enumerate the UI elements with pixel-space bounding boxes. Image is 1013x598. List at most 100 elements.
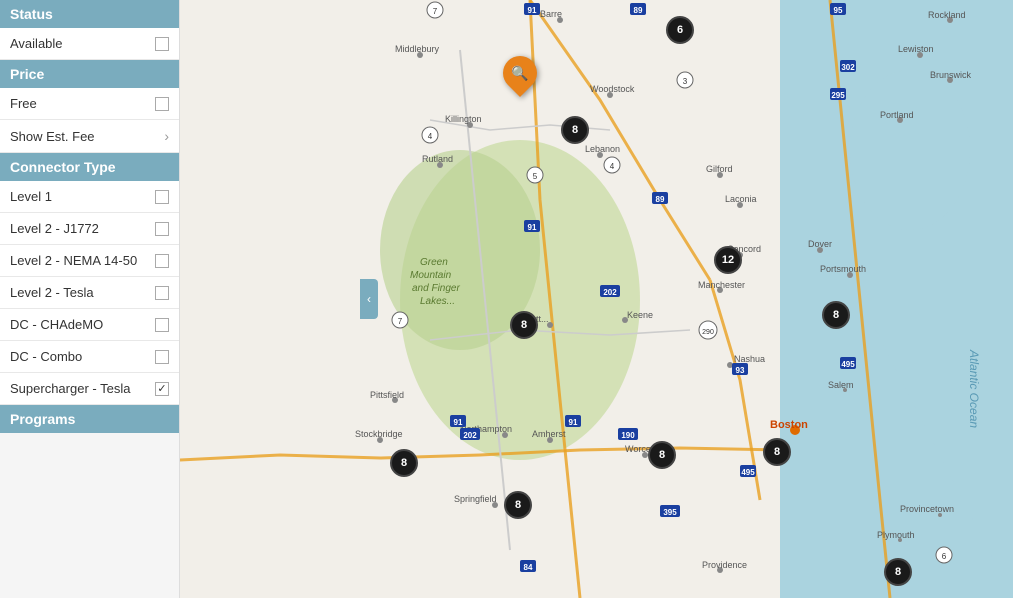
svg-text:295: 295 bbox=[831, 91, 845, 100]
svg-text:and Finger: and Finger bbox=[412, 283, 460, 294]
svg-text:Woodstock: Woodstock bbox=[590, 84, 635, 94]
svg-text:190: 190 bbox=[621, 431, 635, 440]
available-filter[interactable]: Available bbox=[0, 28, 179, 60]
svg-text:91: 91 bbox=[528, 223, 537, 232]
svg-text:202: 202 bbox=[603, 288, 617, 297]
sidebar-toggle-button[interactable]: ‹ bbox=[360, 279, 378, 319]
level2-tesla-checkbox[interactable] bbox=[155, 286, 169, 300]
cluster-marker[interactable]: 8 bbox=[822, 301, 850, 329]
svg-text:290: 290 bbox=[702, 329, 714, 336]
dc-chademo-checkbox[interactable] bbox=[155, 318, 169, 332]
level1-checkbox[interactable] bbox=[155, 190, 169, 204]
svg-text:Pittsfield: Pittsfield bbox=[370, 390, 404, 400]
search-location-pin[interactable]: 🔍 bbox=[503, 56, 537, 90]
cluster-marker[interactable]: 8 bbox=[648, 441, 676, 469]
level2-j1772-checkbox[interactable] bbox=[155, 222, 169, 236]
cluster-marker[interactable]: 6 bbox=[666, 16, 694, 44]
svg-text:Killington: Killington bbox=[445, 114, 482, 124]
svg-text:495: 495 bbox=[841, 360, 855, 369]
svg-text:Brunswick: Brunswick bbox=[930, 70, 972, 80]
svg-text:395: 395 bbox=[663, 508, 677, 517]
svg-text:Plymouth: Plymouth bbox=[877, 530, 915, 540]
free-filter[interactable]: Free bbox=[0, 88, 179, 120]
cluster-marker[interactable]: 8 bbox=[884, 558, 912, 586]
show-est-fee-filter[interactable]: Show Est. Fee › bbox=[0, 120, 179, 153]
available-checkbox[interactable] bbox=[155, 37, 169, 51]
svg-text:Lebanon: Lebanon bbox=[585, 144, 620, 154]
svg-text:7: 7 bbox=[433, 7, 438, 16]
cluster-marker[interactable]: 8 bbox=[561, 116, 589, 144]
svg-text:84: 84 bbox=[524, 563, 533, 572]
svg-text:5: 5 bbox=[533, 172, 538, 181]
svg-text:Barre: Barre bbox=[540, 9, 562, 19]
svg-text:91: 91 bbox=[454, 418, 463, 427]
dc-combo-filter[interactable]: DC - Combo bbox=[0, 341, 179, 373]
svg-text:Middlebury: Middlebury bbox=[395, 44, 440, 54]
svg-text:93: 93 bbox=[736, 366, 745, 375]
level2-nema1450-filter[interactable]: Level 2 - NEMA 14-50 bbox=[0, 245, 179, 277]
svg-text:89: 89 bbox=[656, 195, 665, 204]
free-label: Free bbox=[10, 96, 37, 111]
cluster-marker[interactable]: 8 bbox=[763, 438, 791, 466]
svg-text:Boston: Boston bbox=[770, 419, 808, 431]
level1-label: Level 1 bbox=[10, 189, 52, 204]
map-container[interactable]: Middlebury Barre Woodstock Lebanon Killi… bbox=[180, 0, 1013, 598]
chevron-left-icon: ‹ bbox=[367, 292, 371, 306]
available-label: Available bbox=[10, 36, 63, 51]
status-section-header: Status bbox=[0, 0, 179, 28]
svg-text:Rutland: Rutland bbox=[422, 154, 453, 164]
level2-tesla-filter[interactable]: Level 2 - Tesla bbox=[0, 277, 179, 309]
svg-text:91: 91 bbox=[528, 6, 537, 15]
cluster-marker[interactable]: 12 bbox=[714, 246, 742, 274]
level1-filter[interactable]: Level 1 bbox=[0, 181, 179, 213]
svg-text:302: 302 bbox=[841, 63, 855, 72]
show-est-fee-arrow: › bbox=[164, 128, 169, 144]
svg-text:Lewiston: Lewiston bbox=[898, 44, 934, 54]
svg-text:Rockland: Rockland bbox=[928, 10, 966, 20]
svg-text:495: 495 bbox=[741, 468, 755, 477]
show-est-fee-label: Show Est. Fee bbox=[10, 129, 95, 144]
map-background: Middlebury Barre Woodstock Lebanon Killi… bbox=[180, 0, 1013, 598]
level2-j1772-filter[interactable]: Level 2 - J1772 bbox=[0, 213, 179, 245]
dc-chademo-filter[interactable]: DC - CHAdeMO bbox=[0, 309, 179, 341]
level2-j1772-label: Level 2 - J1772 bbox=[10, 221, 99, 236]
svg-text:89: 89 bbox=[634, 6, 643, 15]
svg-text:Portsmouth: Portsmouth bbox=[820, 264, 866, 274]
svg-text:Springfield: Springfield bbox=[454, 494, 497, 504]
price-section-header: Price bbox=[0, 60, 179, 88]
supercharger-tesla-checkbox[interactable] bbox=[155, 382, 169, 396]
connector-type-section-header: Connector Type bbox=[0, 153, 179, 181]
search-icon: 🔍 bbox=[511, 65, 528, 82]
svg-text:3: 3 bbox=[683, 77, 688, 86]
svg-text:6: 6 bbox=[942, 552, 947, 561]
cluster-marker[interactable]: 8 bbox=[390, 449, 418, 477]
svg-text:Atlantic Ocean: Atlantic Ocean bbox=[967, 349, 981, 428]
supercharger-tesla-label: Supercharger - Tesla bbox=[10, 381, 130, 396]
svg-text:Lakes...: Lakes... bbox=[420, 296, 455, 307]
svg-text:Mountain: Mountain bbox=[410, 270, 452, 281]
supercharger-tesla-filter[interactable]: Supercharger - Tesla bbox=[0, 373, 179, 405]
svg-text:Amherst: Amherst bbox=[532, 429, 566, 439]
svg-text:Providence: Providence bbox=[702, 560, 747, 570]
svg-text:Nashua: Nashua bbox=[734, 354, 765, 364]
level2-nema1450-label: Level 2 - NEMA 14-50 bbox=[10, 253, 137, 268]
level2-nema1450-checkbox[interactable] bbox=[155, 254, 169, 268]
svg-text:4: 4 bbox=[610, 162, 615, 171]
dc-combo-checkbox[interactable] bbox=[155, 350, 169, 364]
svg-text:Salem: Salem bbox=[828, 380, 854, 390]
programs-section-header: Programs bbox=[0, 405, 179, 433]
cluster-marker[interactable]: 8 bbox=[504, 491, 532, 519]
svg-text:Stockbridge: Stockbridge bbox=[355, 429, 403, 439]
free-checkbox[interactable] bbox=[155, 97, 169, 111]
svg-text:Green: Green bbox=[420, 257, 448, 268]
svg-text:Manchester: Manchester bbox=[698, 280, 745, 290]
sidebar: Status Available Price Free Show Est. Fe… bbox=[0, 0, 180, 598]
cluster-marker[interactable]: 8 bbox=[510, 311, 538, 339]
svg-text:Keene: Keene bbox=[627, 310, 653, 320]
level2-tesla-label: Level 2 - Tesla bbox=[10, 285, 94, 300]
svg-text:Gilford: Gilford bbox=[706, 164, 733, 174]
svg-text:95: 95 bbox=[834, 6, 843, 15]
svg-text:Dover: Dover bbox=[808, 239, 832, 249]
svg-text:Provincetown: Provincetown bbox=[900, 504, 954, 514]
dc-chademo-label: DC - CHAdeMO bbox=[10, 317, 103, 332]
